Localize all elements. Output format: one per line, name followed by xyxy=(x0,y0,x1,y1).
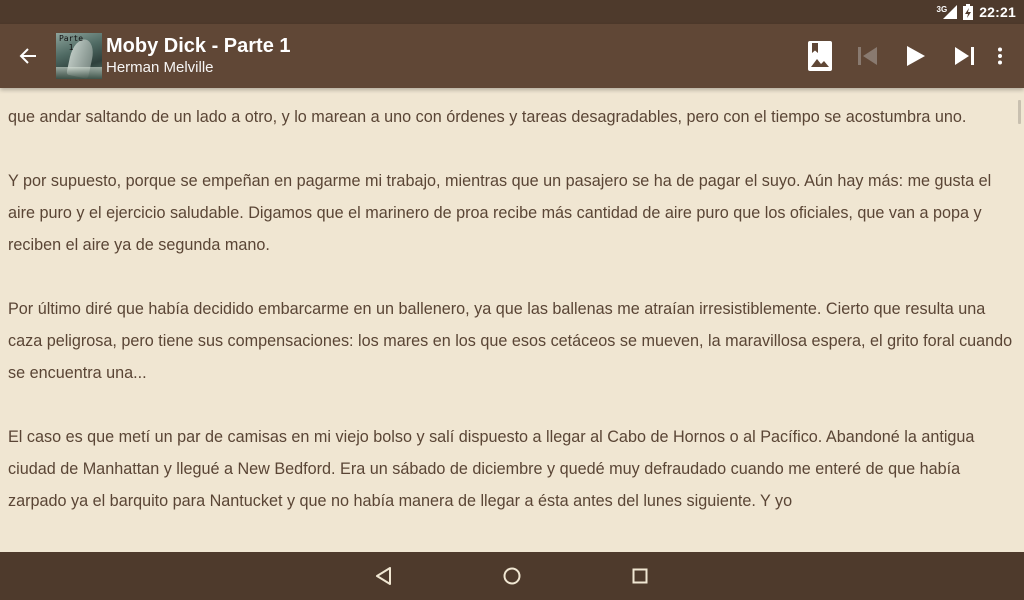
nav-home-button[interactable] xyxy=(448,552,576,600)
nav-back-button[interactable] xyxy=(320,552,448,600)
back-button[interactable] xyxy=(0,24,56,88)
more-options-button[interactable] xyxy=(988,24,1012,88)
book-author: Herman Melville xyxy=(106,59,214,76)
nav-recents-button[interactable] xyxy=(576,552,704,600)
nav-recents-icon xyxy=(632,568,648,584)
skip-next-icon xyxy=(955,47,974,65)
book-cover-thumbnail: Parte 1 xyxy=(56,33,102,79)
paragraph: Y por supuesto, porque se empeñan en pag… xyxy=(8,172,992,254)
status-bar: 3G 22:21 xyxy=(0,0,1024,24)
clock: 22:21 xyxy=(979,4,1016,20)
reader-content[interactable]: que andar saltando de un lado a otro, y … xyxy=(0,88,1024,552)
nav-home-icon xyxy=(503,567,521,585)
skip-next-button[interactable] xyxy=(940,24,988,88)
play-icon xyxy=(907,46,925,66)
cover-label: Parte 1 xyxy=(58,34,84,52)
book-titles: Moby Dick - Parte 1 Herman Melville xyxy=(106,34,291,78)
signal-indicator: 3G xyxy=(937,5,958,19)
paragraph: que andar saltando de un lado a otro, y … xyxy=(8,108,967,126)
book-title: Moby Dick - Parte 1 xyxy=(106,35,291,57)
bookmark-image-button[interactable] xyxy=(796,24,844,88)
more-vert-icon xyxy=(998,47,1002,65)
app-bar: Parte 1 Moby Dick - Parte 1 Herman Melvi… xyxy=(0,24,1024,88)
book-text: que andar saltando de un lado a otro, y … xyxy=(8,101,1018,549)
bookmark-image-icon xyxy=(808,41,832,71)
nav-back-icon xyxy=(376,567,391,585)
cell-signal-icon xyxy=(943,5,958,19)
battery-indicator xyxy=(963,4,974,20)
skip-previous-icon xyxy=(858,47,877,65)
arrow-back-icon xyxy=(19,48,36,64)
paragraph: El caso es que metí un par de camisas en… xyxy=(8,428,975,510)
skip-previous-button[interactable] xyxy=(844,24,892,88)
waves-illustration xyxy=(56,67,102,79)
app-bar-actions xyxy=(796,24,1024,88)
play-button[interactable] xyxy=(892,24,940,88)
battery-charging-icon xyxy=(963,4,974,20)
system-navigation-bar xyxy=(0,552,1024,600)
paragraph: Por último diré que había decidido embar… xyxy=(8,300,1013,382)
scrollbar-thumb[interactable] xyxy=(1018,100,1021,124)
